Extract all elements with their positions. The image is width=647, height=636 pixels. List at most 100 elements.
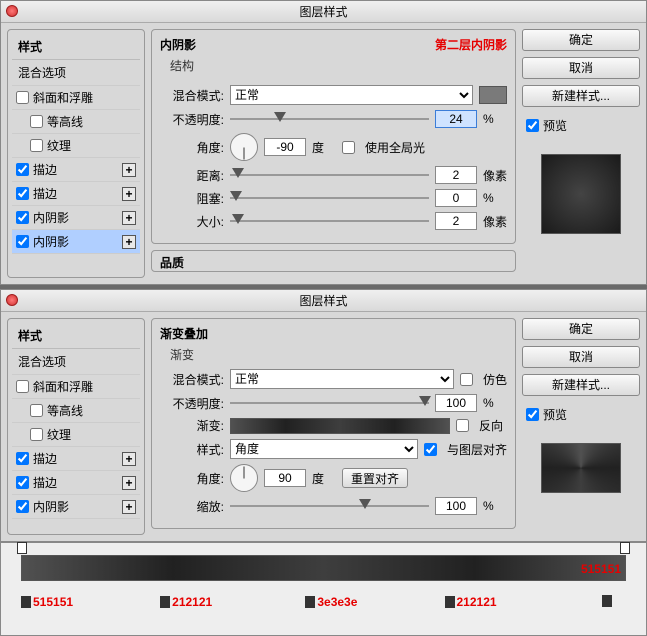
preview-label: 预览: [543, 406, 567, 423]
effect-contour[interactable]: 等高线: [12, 110, 140, 134]
cancel-button[interactable]: 取消: [522, 57, 640, 79]
plus-icon[interactable]: +: [122, 476, 136, 490]
effect-bevel[interactable]: 斜面和浮雕: [12, 86, 140, 110]
checkbox[interactable]: [16, 91, 29, 104]
plus-icon[interactable]: +: [122, 235, 136, 249]
effect-stroke[interactable]: 描边 +: [12, 471, 140, 495]
close-icon[interactable]: [6, 5, 18, 17]
blend-options-link[interactable]: 混合选项: [12, 60, 140, 86]
gradient-bar[interactable]: 515151: [21, 555, 626, 581]
styles-header[interactable]: 样式: [12, 34, 140, 60]
effect-label: 纹理: [47, 426, 71, 443]
effect-label: 描边: [33, 474, 57, 491]
global-light-checkbox[interactable]: [342, 141, 355, 154]
scale-input[interactable]: [435, 497, 477, 515]
color-stop[interactable]: 212121: [445, 595, 497, 609]
style-select[interactable]: 角度: [230, 439, 418, 459]
effect-inner-shadow[interactable]: 内阴影 +: [12, 206, 140, 230]
plus-icon[interactable]: +: [122, 500, 136, 514]
effect-stroke[interactable]: 描边+: [12, 158, 140, 182]
gradient-preview[interactable]: [230, 418, 450, 434]
size-slider[interactable]: [230, 214, 429, 228]
effect-bevel[interactable]: 斜面和浮雕: [12, 375, 140, 399]
opacity-input[interactable]: [435, 394, 477, 412]
color-stop[interactable]: 515151: [21, 595, 73, 609]
plus-icon[interactable]: +: [122, 211, 136, 225]
checkbox[interactable]: [30, 404, 43, 417]
angle-input[interactable]: [264, 138, 306, 156]
stop-swatch-icon: [305, 596, 315, 608]
opacity-stop[interactable]: [620, 542, 630, 554]
annotation: 第二层内阴影: [435, 36, 507, 80]
preview-checkbox[interactable]: [526, 119, 539, 132]
reverse-checkbox[interactable]: [456, 419, 469, 432]
angle-dial[interactable]: [230, 464, 258, 492]
scale-slider[interactable]: [230, 499, 429, 513]
blend-mode-select[interactable]: 正常: [230, 369, 454, 389]
checkbox[interactable]: [30, 428, 43, 441]
color-stop[interactable]: 3e3e3e: [305, 595, 357, 609]
percent-unit: %: [483, 396, 507, 410]
effect-contour[interactable]: 等高线: [12, 399, 140, 423]
styles-header[interactable]: 样式: [12, 323, 140, 349]
blend-mode-select[interactable]: 正常: [230, 85, 473, 105]
preview-checkbox[interactable]: [526, 408, 539, 421]
percent-unit: %: [483, 191, 507, 205]
checkbox[interactable]: [30, 139, 43, 152]
opacity-input[interactable]: [435, 110, 477, 128]
opacity-label: 不透明度:: [160, 395, 224, 412]
effect-inner-shadow[interactable]: 内阴影+: [12, 495, 140, 519]
opacity-stop[interactable]: [17, 542, 27, 554]
size-input[interactable]: [435, 212, 477, 230]
new-style-button[interactable]: 新建样式...: [522, 374, 640, 396]
effect-label: 内阴影: [33, 209, 69, 226]
effect-texture[interactable]: 纹理: [12, 134, 140, 158]
effect-inner-shadow-selected[interactable]: 内阴影+: [12, 230, 140, 254]
angle-input[interactable]: [264, 469, 306, 487]
align-checkbox[interactable]: [424, 443, 437, 456]
color-swatch[interactable]: [479, 86, 507, 104]
opacity-slider[interactable]: [230, 396, 429, 410]
new-style-button[interactable]: 新建样式...: [522, 85, 640, 107]
color-stop[interactable]: [602, 595, 612, 607]
ok-button[interactable]: 确定: [522, 29, 640, 51]
effect-stroke[interactable]: 描边 +: [12, 447, 140, 471]
plus-icon[interactable]: +: [122, 163, 136, 177]
distance-slider[interactable]: [230, 168, 429, 182]
checkbox[interactable]: [16, 380, 29, 393]
plus-icon[interactable]: +: [122, 187, 136, 201]
cancel-button[interactable]: 取消: [522, 346, 640, 368]
angle-label: 角度:: [160, 139, 224, 156]
degree-unit: 度: [312, 139, 336, 156]
plus-icon[interactable]: +: [122, 452, 136, 466]
dither-checkbox[interactable]: [460, 373, 473, 386]
checkbox[interactable]: [16, 211, 29, 224]
reset-align-button[interactable]: 重置对齐: [342, 468, 408, 488]
choke-slider[interactable]: [230, 191, 429, 205]
opacity-slider[interactable]: [230, 112, 429, 126]
effect-texture[interactable]: 纹理: [12, 423, 140, 447]
effect-label: 描边: [33, 185, 57, 202]
effects-list: 样式 混合选项 斜面和浮雕 等高线 纹理 描边+ 描边+ 内阴影+ 内阴影+: [7, 29, 145, 278]
checkbox[interactable]: [16, 500, 29, 513]
checkbox[interactable]: [30, 115, 43, 128]
quality-label: 品质: [160, 256, 184, 270]
close-icon[interactable]: [6, 294, 18, 306]
effect-label: 描边: [33, 450, 57, 467]
gradient-overlay-fieldset: 渐变叠加 渐变 混合模式: 正常 仿色 不透明度: % 渐变: 反向: [151, 318, 516, 529]
ok-button[interactable]: 确定: [522, 318, 640, 340]
angle-dial[interactable]: [230, 133, 258, 161]
checkbox[interactable]: [16, 452, 29, 465]
effect-stroke[interactable]: 描边 +: [12, 182, 140, 206]
group-title: 渐变叠加: [160, 325, 507, 342]
distance-input[interactable]: [435, 166, 477, 184]
checkbox[interactable]: [16, 235, 29, 248]
choke-input[interactable]: [435, 189, 477, 207]
effect-label: 斜面和浮雕: [33, 89, 93, 106]
degree-unit: 度: [312, 470, 336, 487]
checkbox[interactable]: [16, 476, 29, 489]
checkbox[interactable]: [16, 187, 29, 200]
color-stop[interactable]: 212121: [160, 595, 212, 609]
blend-options-link[interactable]: 混合选项: [12, 349, 140, 375]
checkbox[interactable]: [16, 163, 29, 176]
